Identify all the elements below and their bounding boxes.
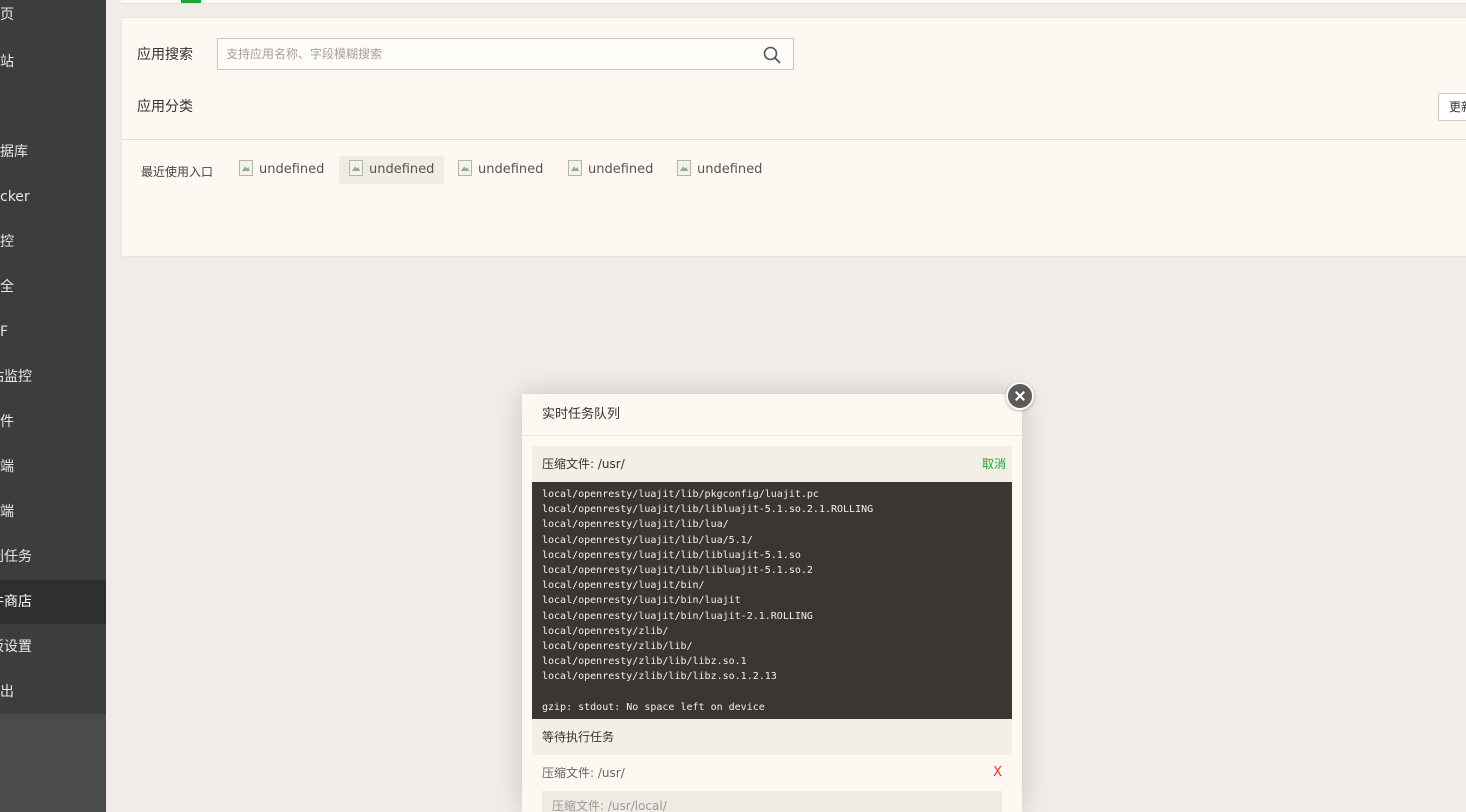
log-line: local/openresty/luajit/bin/luajit-2.1.RO… xyxy=(542,610,813,622)
sidebar-item-label: 页 xyxy=(0,7,14,23)
task-log: local/openresty/luajit/lib/pkgconfig/lua… xyxy=(532,482,1012,719)
current-task-label: 压缩文件: /usr/ xyxy=(542,457,625,471)
recent-app-label: undefined xyxy=(588,162,654,177)
sidebar-item-label: 据库 xyxy=(0,144,28,160)
modal-title: 实时任务队列 xyxy=(522,394,1022,436)
sidebar-item-label: 件 xyxy=(0,414,14,430)
log-line: local/openresty/luajit/lib/libluajit-5.1… xyxy=(542,564,813,576)
recent-app-label: undefined xyxy=(259,162,325,177)
recent-app[interactable]: undefined xyxy=(339,156,445,184)
log-line: local/openresty/luajit/lib/lua/5.1/ xyxy=(542,534,753,546)
log-line: local/openresty/luajit/bin/ xyxy=(542,580,705,592)
log-line: local/openresty/zlib/lib/libz.so.1 xyxy=(542,656,747,668)
sidebar-item-cron[interactable]: 划任务 xyxy=(0,535,106,579)
broken-image-icon xyxy=(349,160,363,176)
log-line: local/openresty/luajit/lib/pkgconfig/lua… xyxy=(542,489,819,500)
tab-strip xyxy=(121,0,1466,4)
sidebar: 页 站 据库 cker 控 全 F 站监控 件 端 端 划任务 件商店 板设置 … xyxy=(0,0,106,812)
broken-image-icon xyxy=(568,160,582,176)
sidebar-item-label: 站监控 xyxy=(0,369,32,385)
sidebar-item-label: 全 xyxy=(0,279,14,295)
sidebar-item-label: 板设置 xyxy=(0,639,32,655)
broken-image-icon xyxy=(458,160,472,176)
sidebar-item-website[interactable]: 站 xyxy=(0,40,106,84)
log-line: local/openresty/luajit/lib/lua/ xyxy=(542,519,729,531)
recent-label: 最近使用入口 xyxy=(141,165,214,179)
cancel-button[interactable]: 取消 xyxy=(982,446,1006,482)
recent-app-label: undefined xyxy=(369,162,435,177)
waiting-task: 压缩文件: /usr/ X xyxy=(532,755,1012,791)
broken-image-icon xyxy=(677,160,691,176)
category-label: 应用分类 xyxy=(137,99,193,115)
sidebar-item-label: cker xyxy=(0,189,30,205)
sidebar-item-label: 控 xyxy=(0,234,14,250)
close-icon[interactable] xyxy=(1006,382,1034,410)
log-line: local/openresty/luajit/lib/libluajit-5.1… xyxy=(542,504,874,516)
log-line: gzip: stdout: No space left on device xyxy=(542,701,765,713)
task-queue-modal: 实时任务队列 压缩文件: /usr/ 取消 local/openresty/lu… xyxy=(522,394,1022,812)
sidebar-item-home[interactable]: 页 xyxy=(0,0,106,37)
sidebar-item-settings[interactable]: 板设置 xyxy=(0,625,106,669)
sidebar-item-waf[interactable]: F xyxy=(0,310,106,354)
sidebar-footer xyxy=(0,714,106,812)
recent-app[interactable]: undefined xyxy=(229,156,334,184)
search-box xyxy=(217,38,794,70)
search-input[interactable] xyxy=(218,39,748,69)
sidebar-item-ftp[interactable] xyxy=(0,85,106,129)
sidebar-item-docker[interactable]: cker xyxy=(0,175,106,219)
sidebar-item-database[interactable]: 据库 xyxy=(0,130,106,174)
recent-app[interactable]: undefined xyxy=(448,156,553,184)
tab-active-indicator[interactable] xyxy=(161,0,221,3)
sidebar-item-monitor[interactable]: 控 xyxy=(0,220,106,264)
update-button[interactable]: 更新 xyxy=(1438,93,1466,121)
sidebar-item-app-store[interactable]: 件商店 xyxy=(0,580,106,624)
waiting-task-label: 压缩文件: /usr/ xyxy=(542,766,625,780)
recent-app[interactable]: undefined xyxy=(558,156,663,184)
recent-app-label: undefined xyxy=(697,162,763,177)
sidebar-item-label: F xyxy=(0,324,9,340)
sidebar-item-security[interactable]: 全 xyxy=(0,265,106,309)
waiting-task-label: 压缩文件: /usr/local/ xyxy=(552,799,667,812)
log-line: local/openresty/zlib/lib/libz.so.1.2.13 xyxy=(542,671,777,683)
sidebar-item-label: 出 xyxy=(0,684,14,700)
remove-task-button[interactable]: X xyxy=(993,755,1002,791)
sidebar-item-terminal[interactable]: 端 xyxy=(0,490,106,534)
divider xyxy=(122,139,1466,140)
sidebar-item-logs[interactable]: 端 xyxy=(0,445,106,489)
waiting-task: 压缩文件: /usr/local/ xyxy=(542,791,1002,812)
sidebar-item-label: 站 xyxy=(0,54,14,70)
log-line: local/openresty/zlib/lib/ xyxy=(542,640,693,652)
sidebar-item-label: 端 xyxy=(0,459,14,475)
sidebar-item-files[interactable]: 件 xyxy=(0,400,106,444)
sidebar-item-site-monitor[interactable]: 站监控 xyxy=(0,355,106,399)
waiting-tasks-header: 等待执行任务 xyxy=(532,719,1012,755)
sidebar-item-label: 端 xyxy=(0,504,14,520)
broken-image-icon xyxy=(239,160,253,176)
log-line: local/openresty/luajit/bin/luajit xyxy=(542,595,741,607)
sidebar-item-label: 件商店 xyxy=(0,594,32,610)
recent-app[interactable]: undefined xyxy=(667,156,772,184)
current-task-header: 压缩文件: /usr/ 取消 xyxy=(532,446,1012,482)
log-line: local/openresty/zlib/ xyxy=(542,625,669,637)
app-store-panel: 应用搜索 应用分类 更新 最近使用入口 undefined undefined … xyxy=(121,17,1466,257)
sidebar-item-logout[interactable]: 出 xyxy=(0,670,106,714)
search-label: 应用搜索 xyxy=(137,47,193,63)
sidebar-item-label: 划任务 xyxy=(0,549,32,565)
recent-app-label: undefined xyxy=(478,162,544,177)
search-icon[interactable] xyxy=(763,46,781,64)
log-line: local/openresty/luajit/lib/libluajit-5.1… xyxy=(542,549,801,561)
